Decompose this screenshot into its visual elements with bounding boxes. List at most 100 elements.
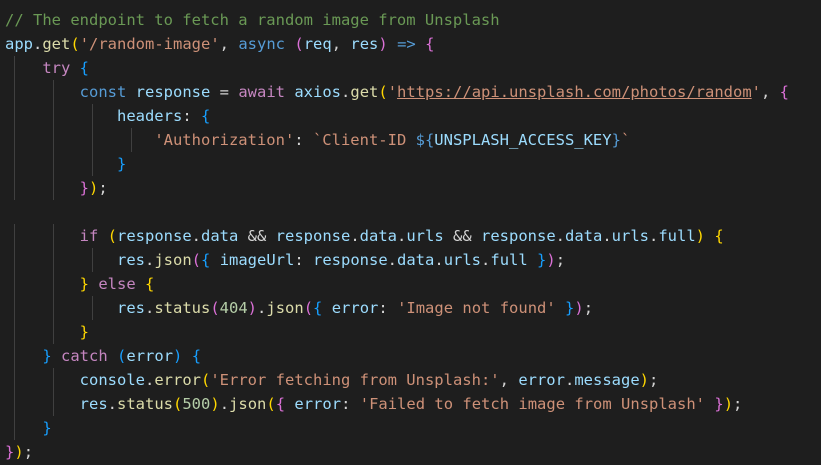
code-token: } [611, 131, 621, 149]
code-token: { [145, 275, 155, 293]
code-text: }); [5, 443, 33, 461]
code-token: console [79, 371, 145, 389]
code-token: response [135, 83, 211, 101]
code-token: error [294, 395, 342, 413]
code-token: . [649, 227, 659, 245]
code-token: urls [406, 227, 444, 245]
code-token: 'Authorization' [154, 131, 295, 149]
code-token: res [79, 395, 108, 413]
code-token: { [191, 347, 202, 365]
code-token: ) [247, 299, 258, 317]
code-token: json [266, 299, 304, 317]
code-token: { [714, 227, 724, 245]
code-text: res.status(404).json({ error: 'Image not… [5, 299, 593, 317]
code-token: ) [574, 299, 584, 317]
code-editor[interactable]: // The endpoint to fetch a random image … [0, 0, 821, 465]
code-token: && [238, 227, 276, 245]
code-token: ; [733, 395, 743, 413]
code-line: headers: { [5, 104, 789, 128]
code-token: ( [117, 347, 127, 365]
code-token: { [313, 299, 323, 317]
code-token: ( [294, 35, 304, 53]
code-token: ( [378, 83, 388, 101]
code-token: . [144, 251, 155, 269]
code-text: } [5, 323, 89, 341]
code-text: const response = await axios.get('https:… [5, 83, 789, 101]
code-token: . [397, 227, 407, 245]
code-token: : [294, 251, 314, 269]
code-token: . [341, 83, 351, 101]
code-token: full [490, 251, 528, 269]
code-token: UNSPLASH_ACCESS_KEY [434, 131, 612, 149]
code-token: : [294, 131, 313, 149]
code-token: ${ [415, 131, 435, 149]
code-token: get [350, 83, 379, 101]
code-token: req [303, 35, 332, 53]
code-token: response [313, 251, 388, 269]
code-line: } catch (error) { [5, 344, 789, 368]
code-token: ) [723, 395, 734, 413]
code-token: { [79, 59, 90, 77]
code-line: // The endpoint to fetch a random image … [5, 8, 789, 32]
url-link[interactable]: https://api.unsplash.com/photos/random [397, 83, 752, 101]
code-text: headers: { [5, 107, 210, 125]
code-token: ` [620, 131, 631, 149]
code-token: imageUrl [219, 251, 295, 269]
code-token: } [714, 395, 724, 413]
code-view[interactable]: // The endpoint to fetch a random image … [5, 8, 789, 464]
code-token: } [79, 275, 89, 293]
code-text: } catch (error) { [5, 347, 201, 365]
code-token: { [275, 395, 286, 413]
code-line: const response = await axios.get('https:… [5, 80, 789, 104]
code-text: try { [5, 59, 89, 77]
code-token: ' [751, 83, 761, 101]
code-token: ; [23, 443, 34, 461]
code-token: ( [210, 299, 220, 317]
code-token: . [144, 371, 155, 389]
code-token: => [397, 35, 416, 53]
code-token: 'Image not found' [397, 299, 556, 317]
code-token: : [341, 395, 360, 413]
code-token: catch [61, 347, 108, 365]
code-line: }); [5, 176, 789, 200]
code-line: res.status(500).json({ error: 'Failed to… [5, 392, 789, 416]
code-token: error [126, 347, 174, 365]
code-token: { [425, 35, 435, 53]
code-token: { [779, 83, 790, 101]
code-token: . [257, 299, 267, 317]
code-token: ; [98, 179, 108, 197]
code-token: = [210, 83, 239, 101]
code-token: ( [303, 299, 314, 317]
code-token: . [144, 299, 155, 317]
code-token: : [182, 107, 201, 125]
code-token: get [42, 35, 71, 53]
code-token: ) [210, 395, 220, 413]
code-token: . [387, 251, 398, 269]
code-token: data [565, 227, 603, 245]
code-token: json [229, 395, 267, 413]
code-line: console.error('Error fetching from Unspl… [5, 368, 789, 392]
code-token: data [359, 227, 397, 245]
code-line: }); [5, 440, 789, 464]
code-token: } [42, 347, 52, 365]
code-token: ; [649, 371, 659, 389]
code-text: console.error('Error fetching from Unspl… [5, 371, 659, 389]
code-token: res [116, 299, 145, 317]
code-line: } [5, 320, 789, 344]
code-token: error [331, 299, 379, 317]
code-text: } else { [5, 275, 155, 293]
code-token: , [499, 371, 519, 389]
